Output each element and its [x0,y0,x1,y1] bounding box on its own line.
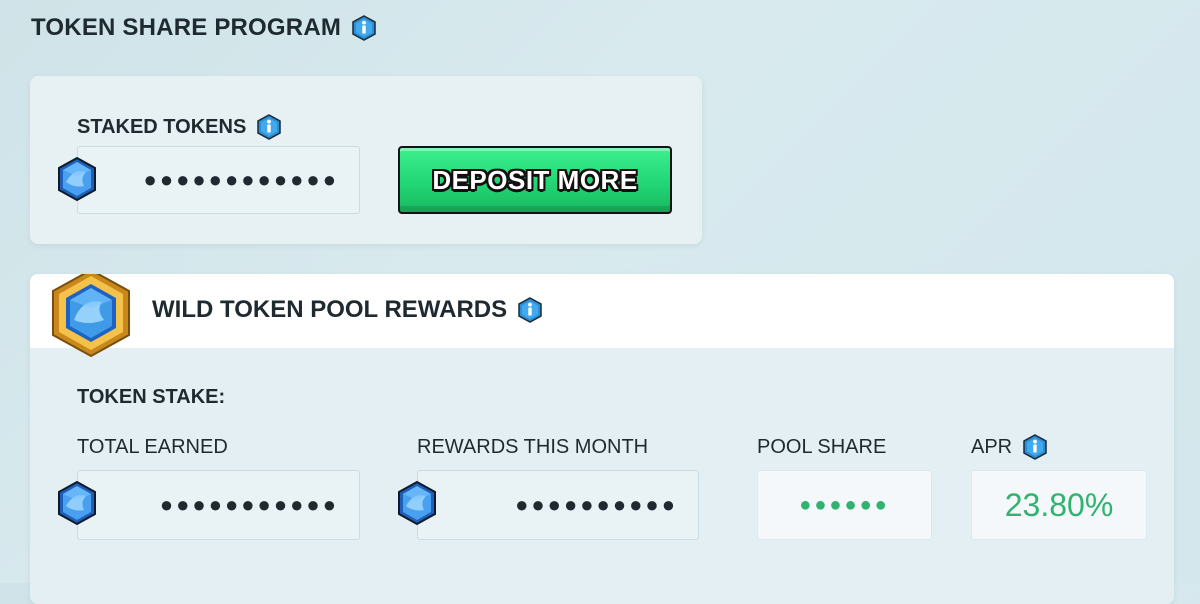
pool-rewards-body: TOKEN STAKE: TOTAL EARNED ●●●●●●●●●●● RE… [30,348,1174,604]
token-gem-icon [56,156,98,202]
rewards-month-value: ●●●●●●●●●● [515,492,678,517]
total-earned-label: TOTAL EARNED [77,436,228,458]
info-icon[interactable] [351,15,377,41]
page-title: TOKEN SHARE PROGRAM [31,14,377,42]
deposit-more-label: DEPOSIT MORE [432,164,638,195]
staked-tokens-label: STAKED TOKENS [77,115,247,138]
apr-field: 23.80% [971,470,1147,540]
pool-share-label-row: POOL SHARE [757,436,886,459]
token-gem-icon [56,480,98,526]
pool-title-text: WILD TOKEN POOL REWARDS [152,296,508,323]
token-stake-label: TOKEN STAKE: [77,386,226,408]
pool-title: WILD TOKEN POOL REWARDS [152,296,543,324]
info-icon[interactable] [517,297,543,323]
apr-label: APR [971,435,1013,458]
deposit-more-button[interactable]: DEPOSIT MORE [398,146,672,214]
info-icon[interactable] [256,114,282,140]
apr-value: 23.80% [1004,486,1114,523]
staked-tokens-field: ●●●●●●●●●●●● [77,146,360,214]
rewards-month-field: ●●●●●●●●●● [417,470,699,540]
staked-tokens-label-row: STAKED TOKENS [77,114,282,140]
info-icon[interactable] [1022,434,1048,460]
total-earned-label-row: TOTAL EARNED [77,436,228,459]
staked-tokens-value: ●●●●●●●●●●●● [143,167,339,192]
apr-label-row: APR [971,434,1048,460]
total-earned-value: ●●●●●●●●●●● [159,492,339,517]
pool-rewards-header: WILD TOKEN POOL REWARDS [30,274,1174,348]
pool-share-label: POOL SHARE [757,436,887,458]
token-gem-icon [396,480,438,526]
page-title-text: TOKEN SHARE PROGRAM [31,14,342,41]
pool-share-field: ●●●●●● [757,470,932,540]
pool-rewards-card: WILD TOKEN POOL REWARDS TOKEN STAKE: TOT… [30,274,1174,604]
pool-share-value: ●●●●●● [799,493,890,516]
pool-badge-icon [50,274,132,358]
token-stake-label-row: TOKEN STAKE: [77,386,225,409]
rewards-month-label: REWARDS THIS MONTH [417,436,649,458]
total-earned-field: ●●●●●●●●●●● [77,470,360,540]
rewards-month-label-row: REWARDS THIS MONTH [417,436,648,459]
